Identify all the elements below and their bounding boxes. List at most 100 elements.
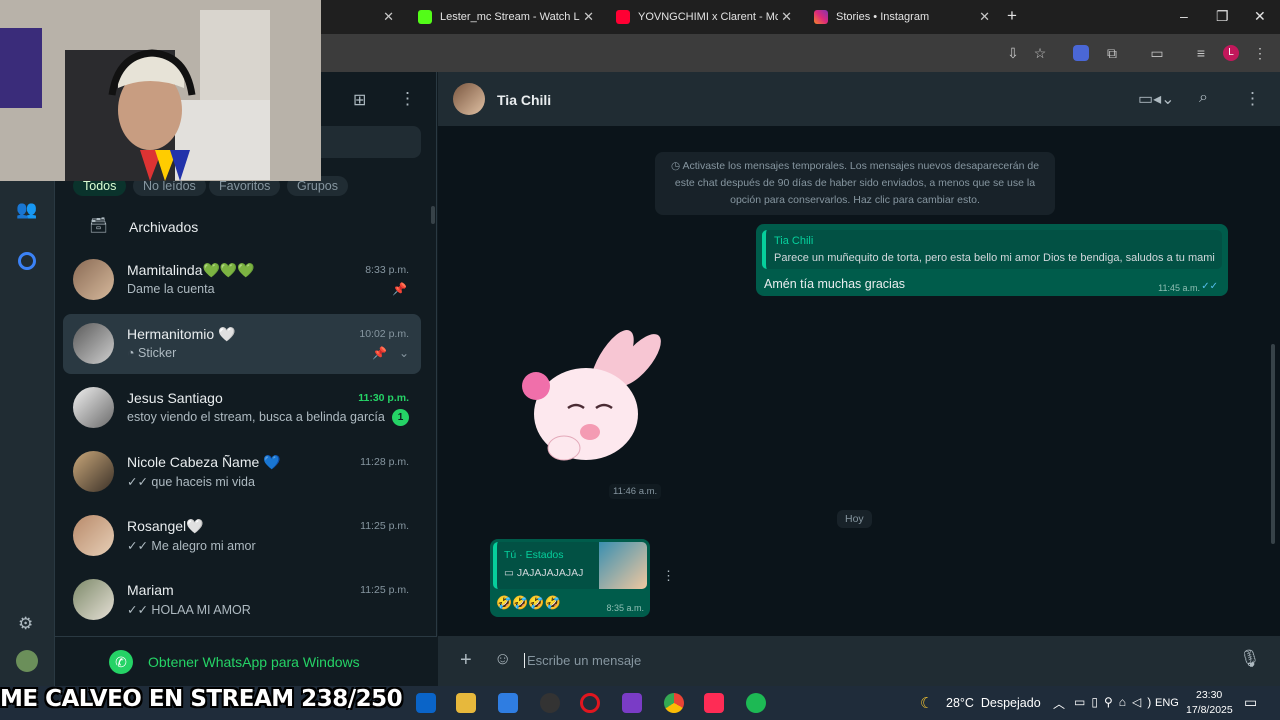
search-icon[interactable]: ⌕ — [1199, 89, 1208, 107]
chat-row[interactable]: Nicole Cabeza Ñame 💙 ✓✓ que haceis mi vi… — [63, 442, 421, 502]
new-chat-icon[interactable]: ⊞ — [353, 90, 366, 110]
scrollbar[interactable] — [431, 206, 435, 224]
weather-text[interactable]: 28°C Despejado — [946, 696, 1041, 710]
tab-kick[interactable]: Lester_mc Stream - Watch Live ✕ — [406, 4, 602, 30]
language-indicator[interactable]: ENG — [1155, 697, 1179, 709]
cast-icon[interactable]: ▭ — [1149, 45, 1165, 61]
tray-icons[interactable]: ▭▯⚲⌂◁) — [1074, 695, 1157, 709]
settings-icon[interactable]: ⚙ — [18, 614, 33, 634]
chat-preview: ◔ Sticker — [127, 346, 176, 360]
microphone-icon[interactable]: 🎙 — [1239, 649, 1261, 669]
read-receipt-icon: ✓✓ — [127, 603, 152, 617]
chat-preview-text: HOLAA MI AMOR — [151, 603, 251, 617]
chat-name: Rosangel🤍 — [127, 518, 204, 534]
bunny-sticker[interactable] — [508, 324, 668, 474]
close-icon[interactable]: ✕ — [583, 9, 594, 25]
chat-time: 8:33 p.m. — [365, 264, 409, 276]
new-tab-icon[interactable]: + — [1007, 6, 1017, 26]
get-app-banner[interactable]: ✆ Obtener WhatsApp para Windows — [55, 636, 437, 686]
get-app-link[interactable]: Obtener WhatsApp para Windows — [148, 654, 360, 670]
chat-time: 11:25 p.m. — [360, 520, 409, 532]
chat-preview-text: Me alegro mi amor — [151, 539, 256, 553]
outlook-icon[interactable] — [416, 693, 436, 713]
quote-author: Tia Chili — [774, 235, 814, 247]
chat-preview: ✓✓ Me alegro mi amor — [127, 538, 256, 553]
emoji-icon[interactable]: ☺ — [494, 649, 511, 669]
menu-icon[interactable]: ⋮ — [1244, 89, 1261, 109]
scrollbar[interactable] — [1271, 344, 1275, 544]
chat-time: 11:28 p.m. — [360, 456, 409, 468]
contact-name[interactable]: Tia Chili — [497, 92, 551, 108]
quoted-message[interactable]: Tia Chili Parece un muñequito de torta, … — [762, 230, 1222, 269]
close-icon[interactable]: ✕ — [781, 9, 792, 25]
install-icon[interactable]: ⇩ — [1005, 45, 1021, 61]
chat-row[interactable]: Jesus Santiago estoy viendo el stream, b… — [63, 378, 421, 438]
close-icon[interactable]: ✕ — [979, 9, 990, 25]
chevron-down-icon[interactable]: ⌄ — [399, 346, 409, 360]
message-options-icon[interactable]: ⋮ — [662, 568, 675, 584]
unread-badge: 1 — [392, 409, 409, 426]
menu-icon[interactable]: ⋮ — [399, 89, 416, 109]
bookmark-star-icon[interactable]: ☆ — [1032, 45, 1048, 61]
instagram-icon — [814, 10, 828, 24]
close-window-icon[interactable]: ✕ — [1254, 8, 1266, 25]
avatar — [73, 451, 114, 492]
maximize-icon[interactable]: ❐ — [1216, 8, 1229, 25]
status-reply-message[interactable]: Tú · Estados ▭ JAJAJAJAJAJ 🤣🤣🤣🤣 8:35 a.m… — [490, 539, 650, 617]
opera-icon[interactable] — [580, 693, 600, 713]
quoted-status[interactable]: Tú · Estados ▭ JAJAJAJAJAJ — [493, 542, 647, 589]
chat-name: Jesus Santiago — [127, 390, 223, 406]
browser-menu-icon[interactable]: ⋮ — [1252, 45, 1268, 61]
chat-time: 10:02 p.m. — [359, 328, 409, 340]
chat-preview: Dame la cuenta — [127, 282, 215, 296]
video-call-icon[interactable]: ▭◂⌄ — [1138, 89, 1175, 109]
moon-icon: ☾ — [920, 695, 934, 712]
obs-icon[interactable] — [540, 693, 560, 713]
spotify-icon[interactable] — [746, 693, 766, 713]
profile-avatar[interactable] — [16, 650, 38, 672]
close-icon[interactable]: ✕ — [383, 9, 394, 25]
disappearing-notice[interactable]: ◷ Activaste los mensajes temporales. Los… — [655, 152, 1055, 215]
avatar — [73, 387, 114, 428]
chat-row[interactable]: Mariam ✓✓ HOLAA MI AMOR 11:25 p.m. — [63, 570, 421, 630]
media-control-icon[interactable]: ≡ — [1193, 45, 1209, 61]
avatar — [73, 515, 114, 556]
chrome-icon[interactable] — [664, 693, 684, 713]
chat-preview: ✓✓ HOLAA MI AMOR — [127, 602, 251, 617]
chat-name: Mamitalinda💚💚💚 — [127, 262, 255, 278]
quote-text-value: JAJAJAJAJAJ — [516, 567, 584, 579]
tiktok-icon[interactable] — [704, 693, 724, 713]
app-icon[interactable] — [622, 693, 642, 713]
store-icon[interactable] — [498, 693, 518, 713]
day-divider: Hoy — [837, 510, 872, 528]
tab-instagram[interactable]: Stories • Instagram ✕ — [802, 4, 998, 30]
communities-icon[interactable]: 👥 — [16, 200, 37, 220]
tray-chevron-icon[interactable]: ︿ — [1053, 695, 1065, 712]
notification-icon[interactable]: ▭ — [1244, 694, 1257, 711]
clock-date[interactable]: 17/8/2025 — [1186, 704, 1233, 716]
tab-whatsapp[interactable]: ✕ — [322, 4, 402, 30]
read-receipt-icon: ✓✓ — [127, 539, 152, 553]
archived-row[interactable]: 🗃 Archivados — [63, 208, 421, 244]
youtube-icon — [616, 10, 630, 24]
file-explorer-icon[interactable] — [456, 693, 476, 713]
meta-ai-icon[interactable] — [18, 252, 36, 270]
minimize-icon[interactable]: – — [1180, 8, 1188, 24]
outgoing-message[interactable]: Tia Chili Parece un muñequito de torta, … — [756, 224, 1228, 296]
extension-icon[interactable] — [1073, 45, 1089, 61]
chat-row[interactable]: Mamitalinda💚💚💚 Dame la cuenta 8:33 p.m. … — [63, 250, 421, 310]
profile-avatar[interactable]: L — [1223, 45, 1239, 61]
contact-avatar[interactable] — [453, 83, 485, 115]
kick-icon — [418, 10, 432, 24]
message-text: Amén tía muchas gracias — [764, 277, 906, 291]
clock-time[interactable]: 23:30 — [1196, 689, 1222, 701]
attach-plus-icon[interactable]: + — [460, 649, 472, 672]
chat-row[interactable]: Hermanitomio 🤍 ◔ Sticker 10:02 p.m. 📌 ⌄ — [63, 314, 421, 374]
chat-name: Hermanitomio 🤍 — [127, 326, 236, 342]
avatar — [73, 323, 114, 364]
chat-row[interactable]: Rosangel🤍 ✓✓ Me alegro mi amor 11:25 p.m… — [63, 506, 421, 566]
tab-youtube[interactable]: YOVNGCHIMI x Clarent - Mclar ✕ — [604, 4, 800, 30]
message-input[interactable]: Escribe un mensaje — [524, 653, 1224, 668]
avatar — [73, 259, 114, 300]
extensions-puzzle-icon[interactable]: ⧉ — [1104, 45, 1120, 61]
